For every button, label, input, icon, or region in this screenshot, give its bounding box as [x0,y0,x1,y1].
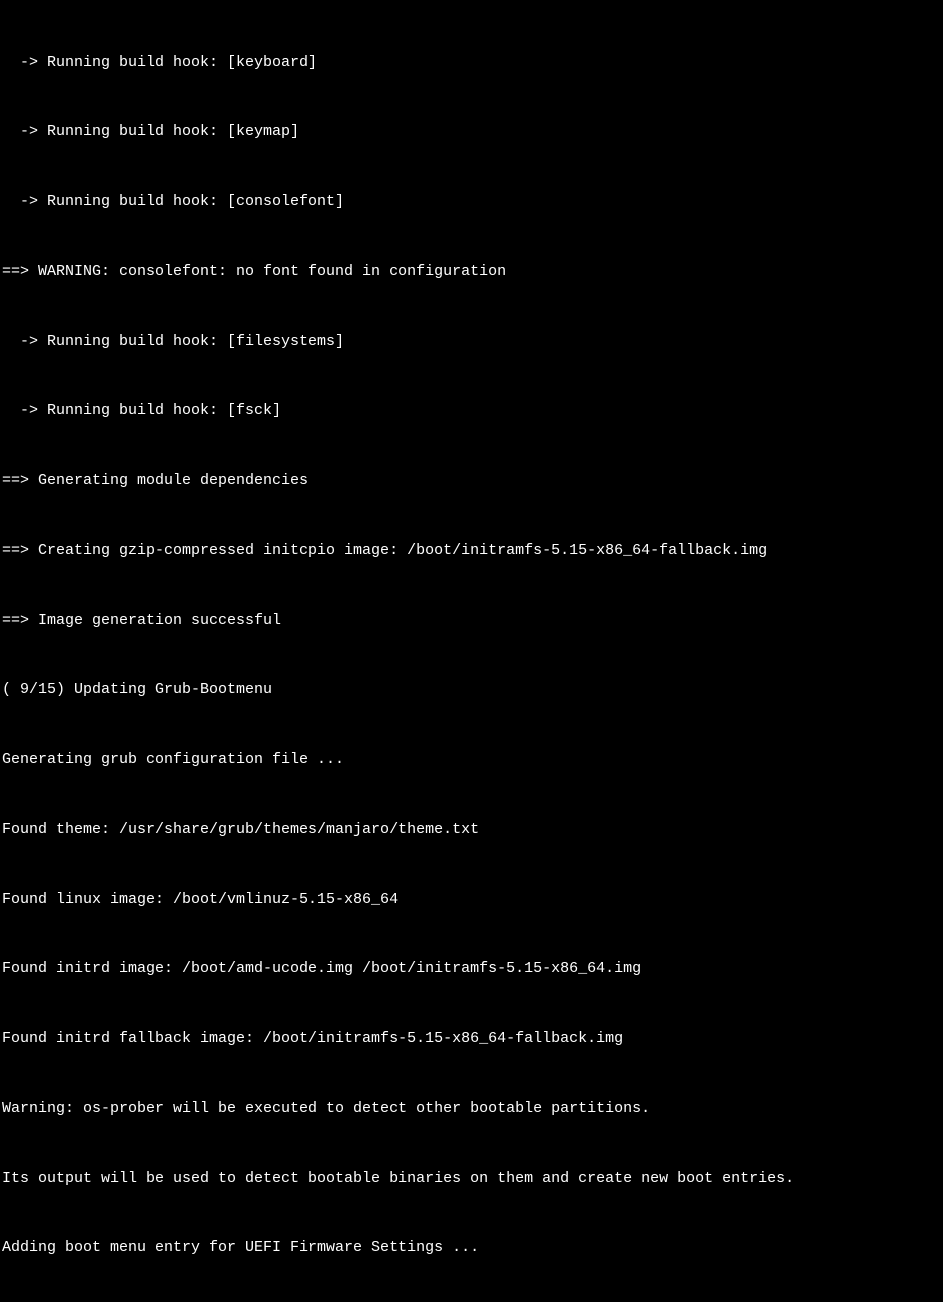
terminal-line: ==> Image generation successful [2,609,941,632]
terminal-line: ( 9/15) Updating Grub-Bootmenu [2,678,941,701]
terminal-line: ==> WARNING: consolefont: no font found … [2,260,941,283]
terminal-line: -> Running build hook: [keyboard] [2,51,941,74]
terminal-line: Generating grub configuration file ... [2,748,941,771]
terminal-line: Found theme: /usr/share/grub/themes/manj… [2,818,941,841]
terminal-line: ==> Generating module dependencies [2,469,941,492]
terminal-line: Found initrd image: /boot/amd-ucode.img … [2,957,941,980]
terminal-line: -> Running build hook: [keymap] [2,120,941,143]
terminal-line: -> Running build hook: [fsck] [2,399,941,422]
terminal-line: Found initrd fallback image: /boot/initr… [2,1027,941,1050]
terminal-output: -> Running build hook: [keyboard] -> Run… [2,4,941,1302]
terminal-line: Warning: os-prober will be executed to d… [2,1097,941,1120]
terminal-line: Its output will be used to detect bootab… [2,1167,941,1190]
terminal-line: Found linux image: /boot/vmlinuz-5.15-x8… [2,888,941,911]
terminal-line: ==> Creating gzip-compressed initcpio im… [2,539,941,562]
terminal-line: Adding boot menu entry for UEFI Firmware… [2,1236,941,1259]
terminal-line: -> Running build hook: [filesystems] [2,330,941,353]
terminal-line: -> Running build hook: [consolefont] [2,190,941,213]
